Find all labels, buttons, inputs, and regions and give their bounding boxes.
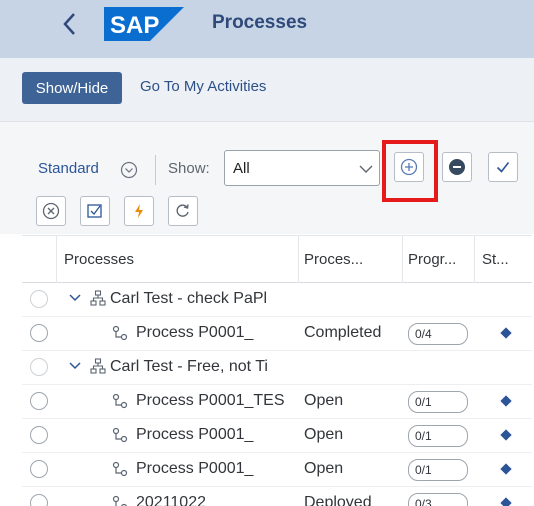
process-name: Process P0001_	[136, 324, 254, 341]
checkmark-icon	[496, 162, 510, 173]
processes-table: Processes Proces... Progr... St... Carl …	[22, 235, 532, 506]
progress-indicator: 0/4	[408, 323, 468, 345]
progress-indicator: 0/1	[408, 425, 468, 447]
process-status: Open	[304, 460, 344, 477]
process-flow-icon	[112, 461, 128, 477]
row-select-radio[interactable]	[30, 392, 48, 410]
col-header-process-status[interactable]: Proces...	[304, 251, 363, 268]
refresh-button[interactable]	[168, 196, 198, 226]
process-status: Deployed	[304, 494, 372, 506]
table-row[interactable]: 20211022 Deployed 0/3	[22, 487, 532, 506]
row-select-radio[interactable]	[30, 358, 48, 376]
process-flow-icon	[112, 495, 127, 506]
progress-indicator: 0/1	[408, 459, 468, 481]
progress-indicator: 0/3	[408, 493, 468, 506]
progress-indicator: 0/1	[408, 391, 468, 413]
table-row[interactable]: Carl Test - check PaPl	[22, 283, 532, 317]
show-label: Show:	[168, 160, 210, 177]
status-diamond-icon	[500, 463, 512, 475]
process-name: 20211022	[136, 494, 206, 506]
go-to-my-activities-button[interactable]: Go To My Activities	[140, 78, 266, 95]
toolbar: Show/Hide Go To My Activities	[0, 58, 534, 122]
confirm-button[interactable]	[488, 152, 518, 182]
variant-selector[interactable]: Standard	[38, 160, 99, 177]
shell-header: SAP Processes	[0, 0, 534, 58]
cancel-button[interactable]	[36, 196, 66, 226]
process-flow-icon	[112, 325, 128, 341]
process-flow-icon	[112, 427, 128, 443]
chevron-down-icon	[359, 165, 373, 173]
row-select-radio[interactable]	[30, 460, 48, 478]
process-status: Open	[304, 392, 344, 409]
show-select[interactable]: All	[224, 150, 380, 186]
status-diamond-icon	[500, 327, 512, 339]
table-row[interactable]: Process P0001_TES Open 0/1	[22, 385, 532, 419]
row-select-radio[interactable]	[30, 290, 48, 308]
row-select-radio[interactable]	[30, 494, 48, 506]
lightning-icon	[135, 204, 143, 218]
process-name: Carl Test - check PaPl	[110, 290, 268, 307]
chevron-down-icon[interactable]	[68, 291, 82, 305]
table-row[interactable]: Process P0001_ Completed 0/4	[22, 317, 532, 351]
process-flow-icon	[112, 393, 128, 409]
back-button[interactable]	[56, 6, 84, 42]
cancel-icon	[42, 202, 60, 220]
lightning-button[interactable]	[124, 196, 154, 226]
table-row[interactable]: Process P0001_ Open 0/1	[22, 419, 532, 453]
divider	[155, 155, 156, 185]
process-name: Process P0001_TES	[136, 392, 285, 409]
row-select-radio[interactable]	[30, 324, 48, 342]
status-diamond-icon	[500, 429, 512, 441]
col-header-processes[interactable]: Processes	[64, 251, 134, 268]
show-select-value: All	[233, 160, 250, 177]
chevron-down-icon[interactable]	[68, 359, 82, 373]
chevron-left-icon	[63, 13, 75, 35]
highlight-box	[382, 140, 438, 202]
process-name: Carl Test - Free, not Ti	[110, 358, 268, 375]
sap-logo: SAP	[104, 7, 184, 41]
process-name: Process P0001_	[136, 460, 254, 477]
col-header-status[interactable]: St...	[482, 251, 509, 268]
page-title: Processes	[212, 12, 308, 33]
remove-icon	[449, 159, 465, 175]
status-diamond-icon	[500, 497, 512, 506]
col-header-progress[interactable]: Progr...	[408, 251, 456, 268]
process-status: Completed	[304, 324, 382, 341]
column-divider	[298, 235, 299, 283]
process-name: Process P0001_	[136, 426, 254, 443]
table-row[interactable]: Process P0001_ Open 0/1	[22, 453, 532, 487]
table-row[interactable]: Carl Test - Free, not Ti	[22, 351, 532, 385]
process-status: Open	[304, 426, 344, 443]
refresh-icon	[176, 204, 189, 217]
hierarchy-icon	[90, 358, 106, 374]
show-hide-button[interactable]: Show/Hide	[22, 72, 122, 104]
row-select-radio[interactable]	[30, 426, 48, 444]
checklist-icon	[87, 204, 102, 218]
svg-text:SAP: SAP	[110, 12, 159, 39]
status-diamond-icon	[500, 395, 512, 407]
checklist-button[interactable]	[80, 196, 110, 226]
remove-button[interactable]	[442, 152, 472, 182]
column-divider	[474, 235, 475, 283]
table-header: Processes Proces... Progr... St...	[22, 235, 532, 283]
chevron-down-circle-icon[interactable]	[120, 161, 138, 179]
hierarchy-icon	[90, 290, 106, 306]
